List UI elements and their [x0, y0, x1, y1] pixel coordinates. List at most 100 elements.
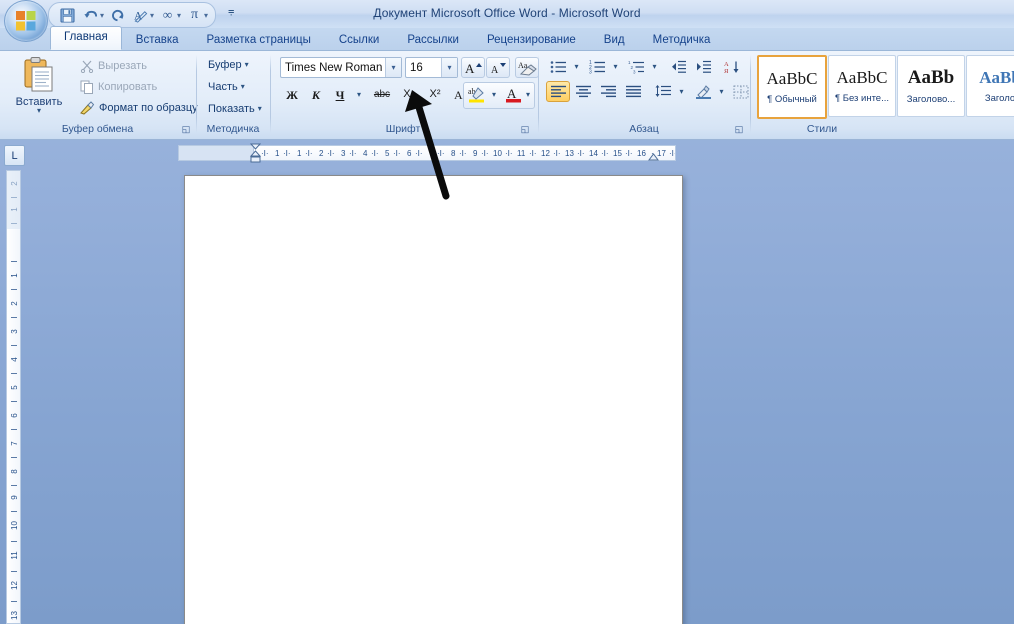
numbering-dropdown-icon[interactable]: ▾ — [609, 56, 622, 77]
subscript-button[interactable]: X₂ — [396, 84, 422, 105]
tab-stop-selector[interactable]: L — [4, 145, 25, 166]
group-styles: AaBbC ¶ Обычный AaBbC ¶ Без инте... AaBb… — [752, 51, 1014, 137]
tab-metodichka[interactable]: Методичка — [639, 29, 725, 50]
bullet-list-icon — [550, 60, 566, 73]
align-right-icon — [600, 85, 616, 98]
show-button[interactable]: Показать ▾ — [204, 99, 266, 118]
document-page[interactable] — [184, 175, 683, 624]
part-button[interactable]: Часть ▾ — [204, 77, 249, 96]
font-name-input[interactable]: Times New Roman ▾ — [280, 57, 402, 78]
format-painter-button[interactable]: Формат по образцу — [76, 99, 202, 117]
buffer-label: Буфер — [208, 58, 242, 71]
bullets-dropdown-icon[interactable]: ▾ — [570, 56, 583, 77]
buffer-dropdown-icon[interactable]: ▾ — [245, 60, 249, 69]
right-indent-marker[interactable] — [648, 152, 659, 162]
line-spacing-dropdown-icon[interactable]: ▾ — [675, 81, 688, 102]
infinity-icon[interactable]: ∞ — [157, 5, 178, 25]
multilevel-list-icon: 123 — [628, 60, 644, 74]
style-preview-0: AaBbC — [766, 68, 818, 88]
pi-icon[interactable]: π — [184, 5, 205, 25]
first-line-indent-marker[interactable] — [250, 143, 261, 165]
decrease-indent-button[interactable] — [666, 56, 690, 77]
format-painter-icon[interactable]: A — [130, 5, 151, 25]
align-right-button[interactable] — [596, 81, 620, 102]
tab-retsenzirovanie[interactable]: Рецензирование — [473, 29, 590, 50]
cut-button[interactable]: Вырезать — [76, 57, 151, 75]
style-item-zagolovok-1[interactable]: AaBb Заголово... — [897, 55, 965, 117]
office-logo-icon — [16, 11, 36, 31]
align-left-button[interactable] — [546, 81, 570, 102]
group-divider-3 — [538, 55, 539, 133]
vertical-ruler[interactable]: 2 I 1 I I 1 I 2 I 3 I 4 I 5 I 6 I 7 I 8 … — [6, 170, 21, 624]
style-name-2: Заголово... — [906, 93, 956, 105]
justify-button[interactable] — [621, 81, 645, 102]
multilevel-list-button[interactable]: 123 — [624, 56, 648, 77]
group-font: Times New Roman ▾ 16 ▾ A A Aa Ж К Ч ▾ ab… — [272, 51, 539, 137]
paste-dropdown-icon[interactable]: ▾ — [37, 107, 41, 115]
tab-glavnaya[interactable]: Главная — [50, 26, 122, 50]
part-label: Часть — [208, 80, 238, 93]
tab-vstavka[interactable]: Вставка — [122, 29, 193, 50]
office-button[interactable] — [4, 0, 48, 42]
increase-indent-button[interactable] — [691, 56, 715, 77]
group-methodichka: Буфер ▾ Часть ▾ Показать ▾ Методичка — [198, 51, 268, 137]
paste-button[interactable]: Вставить ▾ — [10, 55, 68, 123]
quick-access-toolbar: ▾ A ▾ ∞ ▾ π ▾ — [48, 2, 217, 28]
undo-dropdown-icon[interactable]: ▾ — [100, 11, 104, 20]
grow-font-button[interactable]: A — [461, 57, 485, 78]
align-center-button[interactable] — [571, 81, 595, 102]
font-color-dropdown-icon[interactable]: ▾ — [522, 84, 534, 105]
style-item-obychnyy[interactable]: AaBbC ¶ Обычный — [757, 55, 827, 119]
save-icon[interactable] — [57, 5, 78, 25]
show-dropdown-icon[interactable]: ▾ — [258, 104, 262, 113]
tab-rassylki[interactable]: Рассылки — [393, 29, 473, 50]
font-color-button[interactable]: A — [502, 84, 524, 105]
font-dialog-launcher[interactable]: ◱ — [519, 123, 531, 135]
tab-razmetka-stranitsy[interactable]: Разметка страницы — [193, 29, 325, 50]
undo-icon[interactable] — [80, 5, 101, 25]
tab-ssylki[interactable]: Ссылки — [325, 29, 394, 50]
clear-formatting-button[interactable]: Aa — [515, 57, 539, 78]
highlight-color-dropdown-icon[interactable]: ▾ — [488, 84, 500, 105]
borders-icon — [733, 85, 749, 98]
bold-button[interactable]: Ж — [280, 84, 304, 105]
multilevel-list-dropdown-icon[interactable]: ▾ — [648, 56, 661, 77]
font-size-input[interactable]: 16 ▾ — [405, 57, 458, 78]
underline-button[interactable]: Ч — [328, 84, 352, 105]
part-dropdown-icon[interactable]: ▾ — [241, 82, 245, 91]
sort-button[interactable]: А Я — [720, 56, 744, 77]
clipboard-icon — [24, 57, 53, 92]
buffer-button[interactable]: Буфер ▾ — [204, 55, 253, 74]
italic-button[interactable]: К — [304, 84, 328, 105]
redo-icon[interactable] — [107, 5, 128, 25]
format-painter-dropdown-icon[interactable]: ▾ — [150, 11, 154, 20]
ruler-left-margin — [179, 146, 253, 160]
superscript-button[interactable]: X² — [422, 84, 448, 105]
group-label-clipboard: Буфер обмена — [61, 123, 134, 135]
svg-text:A: A — [133, 10, 142, 22]
font-name-value: Times New Roman — [285, 61, 383, 74]
numbering-button[interactable]: 123 — [585, 56, 609, 77]
font-name-dropdown-icon[interactable]: ▾ — [385, 58, 401, 77]
svg-text:3: 3 — [589, 69, 592, 74]
infinity-dropdown-icon[interactable]: ▾ — [177, 11, 181, 20]
shading-button[interactable] — [691, 81, 715, 102]
superscript-label: X² — [429, 88, 441, 100]
pi-dropdown-icon[interactable]: ▾ — [204, 11, 208, 20]
tab-vid[interactable]: Вид — [590, 29, 639, 50]
copy-button[interactable]: Копировать — [76, 78, 161, 96]
customize-qat-icon[interactable]: ⩦ — [228, 5, 234, 18]
clipboard-dialog-launcher[interactable]: ◱ — [180, 123, 192, 135]
font-size-value: 16 — [410, 61, 423, 74]
highlight-color-button[interactable]: ab — [465, 84, 489, 105]
bullets-button[interactable] — [546, 56, 570, 77]
line-spacing-button[interactable] — [651, 81, 675, 102]
shrink-font-button[interactable]: A — [486, 57, 510, 78]
style-item-zagolovok-2[interactable]: AaBb Заголо — [966, 55, 1014, 117]
strikethrough-button[interactable]: abc — [368, 84, 396, 105]
font-size-dropdown-icon[interactable]: ▾ — [441, 58, 457, 77]
underline-label: Ч — [335, 87, 345, 102]
shading-dropdown-icon[interactable]: ▾ — [715, 81, 728, 102]
style-item-bez-intervala[interactable]: AaBbC ¶ Без инте... — [828, 55, 896, 117]
underline-dropdown-icon[interactable]: ▾ — [352, 84, 366, 105]
